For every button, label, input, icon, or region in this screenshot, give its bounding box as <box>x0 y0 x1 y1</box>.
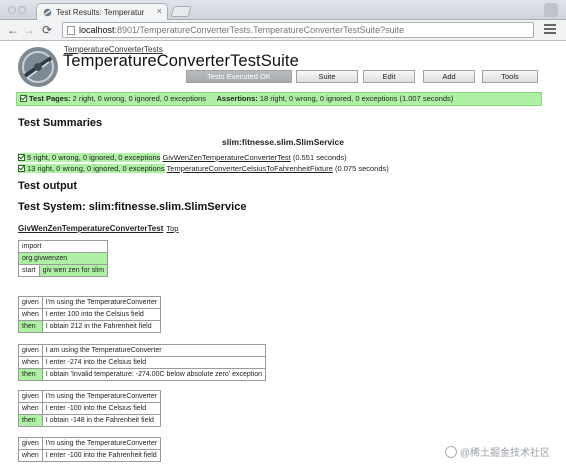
table-cell: then <box>18 368 43 381</box>
watermark: @稀土掘金技术社区 <box>444 444 550 459</box>
summary-row-time: (0.551 seconds) <box>292 153 347 162</box>
summary-row-time: (0.075 seconds) <box>334 164 389 173</box>
table-cell: when <box>18 402 43 415</box>
suite-button[interactable]: Suite <box>296 70 358 83</box>
watermark-text: @稀土掘金技术社区 <box>459 448 550 459</box>
watermark-logo-icon <box>444 446 457 458</box>
url-path: :8901/TemperatureConverterTests.Temperat… <box>114 25 405 35</box>
fitnesse-logo-icon <box>18 47 58 87</box>
profile-icon[interactable] <box>544 3 558 17</box>
table-row: then I obtain -148 in the Fahrenheit fiel… <box>18 414 162 427</box>
pass-check-icon <box>20 95 27 102</box>
summary-row-result: 5 right, 0 wrong, 0 ignored, 0 exception… <box>27 153 161 162</box>
table-cell: when <box>18 449 43 462</box>
scenario-table: given I am using the TemperatureConverter… <box>18 344 267 381</box>
menu-icon[interactable] <box>544 24 556 36</box>
table-row: org.givwenzen <box>17 252 109 265</box>
test-system-heading: Test System: slim:fitnesse.slim.SlimServ… <box>18 201 247 213</box>
table-cell: then <box>18 320 43 333</box>
table-cell: giv wen zen for slim <box>38 264 109 277</box>
table-cell: start <box>18 264 40 277</box>
import-table: import org.givwenzen start giv wen zen fo… <box>17 240 109 277</box>
table-cell: I enter -100 into the Fahrenheit field <box>41 449 162 462</box>
new-tab-button[interactable] <box>170 6 192 17</box>
table-cell: I enter -274 into the Celsius field <box>41 356 267 369</box>
url-host: localhost <box>79 25 115 35</box>
table-cell: I'm using the TemperatureConverter <box>41 437 162 450</box>
window-close-button[interactable] <box>8 6 16 14</box>
table-row: then I obtain 'Invalid temperature: -274.… <box>18 368 267 381</box>
tab-close-icon[interactable]: × <box>157 6 162 16</box>
table-row: when I enter -274 into the Celsius field <box>18 356 267 369</box>
summary-row-link[interactable]: GivWenZenTemperatureConverterTest <box>163 153 291 162</box>
table-cell: given <box>18 296 43 309</box>
test-pages-label: Test Pages: <box>29 94 71 103</box>
assertions-label: Assertions: <box>216 94 258 103</box>
table-cell: I obtain 'Invalid temperature: -274.00C … <box>41 368 267 381</box>
table-row: given I'm using the TemperatureConverter <box>18 296 162 309</box>
window-minimize-button[interactable] <box>18 6 26 14</box>
pass-check-icon <box>18 165 25 172</box>
table-row: when I enter -100 into the Celsius field <box>18 402 162 415</box>
scenario-table: given I'm using the TemperatureConverter … <box>18 437 162 462</box>
table-cell: I'm using the TemperatureConverter <box>41 296 162 309</box>
forward-icon[interactable]: → <box>22 23 36 37</box>
browser-tab[interactable]: Test Results: Temperatur × <box>36 3 168 20</box>
assertions-result: 18 right, 0 wrong, 0 ignored, 0 exceptio… <box>259 94 454 103</box>
table-cell: I enter -100 into the Celsius field <box>41 402 162 415</box>
reload-icon[interactable]: ⟳ <box>40 23 54 37</box>
table-cell: when <box>18 356 43 369</box>
browser-tab-strip: Test Results: Temperatur × <box>0 0 566 20</box>
add-button[interactable]: Add <box>423 70 475 83</box>
test-pages-result: 2 right, 0 wrong, 0 ignored, 0 exception… <box>72 94 207 103</box>
table-cell: I'm using the TemperatureConverter <box>41 390 162 403</box>
table-row: start giv wen zen for slim <box>18 264 109 277</box>
summary-row: 5 right, 0 wrong, 0 ignored, 0 exception… <box>18 153 347 162</box>
top-link[interactable]: Top <box>166 224 178 233</box>
page-content: TemperatureConverterTests TemperatureCon… <box>0 41 566 465</box>
tests-executed-ok-button[interactable]: Tests Executed OK <box>186 70 292 83</box>
test-summary-bar: Test Pages: 2 right, 0 wrong, 0 ignored,… <box>16 92 542 106</box>
table-row: when I enter 100 into the Celsius field <box>18 308 162 321</box>
scenario-table: given I'm using the TemperatureConverter … <box>18 296 162 333</box>
table-cell: given <box>18 390 43 403</box>
tools-button[interactable]: Tools <box>482 70 538 83</box>
summary-row-link[interactable]: TemperatureConverterCelsiusToFahrenheitF… <box>167 164 333 173</box>
pass-check-icon <box>18 154 25 161</box>
page-icon <box>67 26 75 35</box>
scenario-table: given I'm using the TemperatureConverter … <box>18 390 162 427</box>
back-icon[interactable]: ← <box>6 23 20 37</box>
table-row: given I am using the TemperatureConverter <box>18 344 267 357</box>
table-row: given I'm using the TemperatureConverter <box>18 437 162 450</box>
table-cell: import <box>17 240 109 253</box>
table-row: then I obtain 212 in the Fahrenheit field <box>18 320 162 333</box>
table-cell: I enter 100 into the Celsius field <box>41 308 162 321</box>
fixture-link[interactable]: GivWenZenTemperatureConverterTest <box>18 224 163 233</box>
summary-row: 13 right, 0 wrong, 0 ignored, 0 exceptio… <box>18 164 389 173</box>
fixture-heading: GivWenZenTemperatureConverterTest Top <box>18 224 178 233</box>
browser-toolbar: ← → ⟳ localhost:8901/TemperatureConverte… <box>0 20 566 41</box>
table-cell: I am using the TemperatureConverter <box>41 344 267 357</box>
table-cell: I obtain -148 in the Fahrenheit field <box>41 414 162 427</box>
table-cell: when <box>18 308 43 321</box>
table-row: when I enter -100 into the Fahrenheit fie… <box>18 449 162 462</box>
tab-title: Test Results: Temperatur <box>56 8 145 17</box>
summary-row-result: 13 right, 0 wrong, 0 ignored, 0 exceptio… <box>27 164 165 173</box>
test-output-heading: Test output <box>18 180 78 192</box>
page-title: TemperatureConverterTestSuite <box>63 52 299 70</box>
table-cell: given <box>18 344 43 357</box>
fitnesse-favicon-icon <box>43 8 52 17</box>
test-summaries-heading: Test Summaries <box>18 117 103 129</box>
table-row: import <box>17 240 109 253</box>
table-row: given I'm using the TemperatureConverter <box>18 390 162 403</box>
table-cell: then <box>18 414 43 427</box>
slim-service-heading: slim:fitnesse.slim.SlimService <box>222 137 344 147</box>
table-cell: org.givwenzen <box>17 252 109 265</box>
edit-button[interactable]: Edit <box>363 70 415 83</box>
table-cell: given <box>18 437 43 450</box>
address-bar[interactable]: localhost:8901/TemperatureConverterTests… <box>62 22 534 38</box>
table-cell: I obtain 212 in the Fahrenheit field <box>41 320 162 333</box>
